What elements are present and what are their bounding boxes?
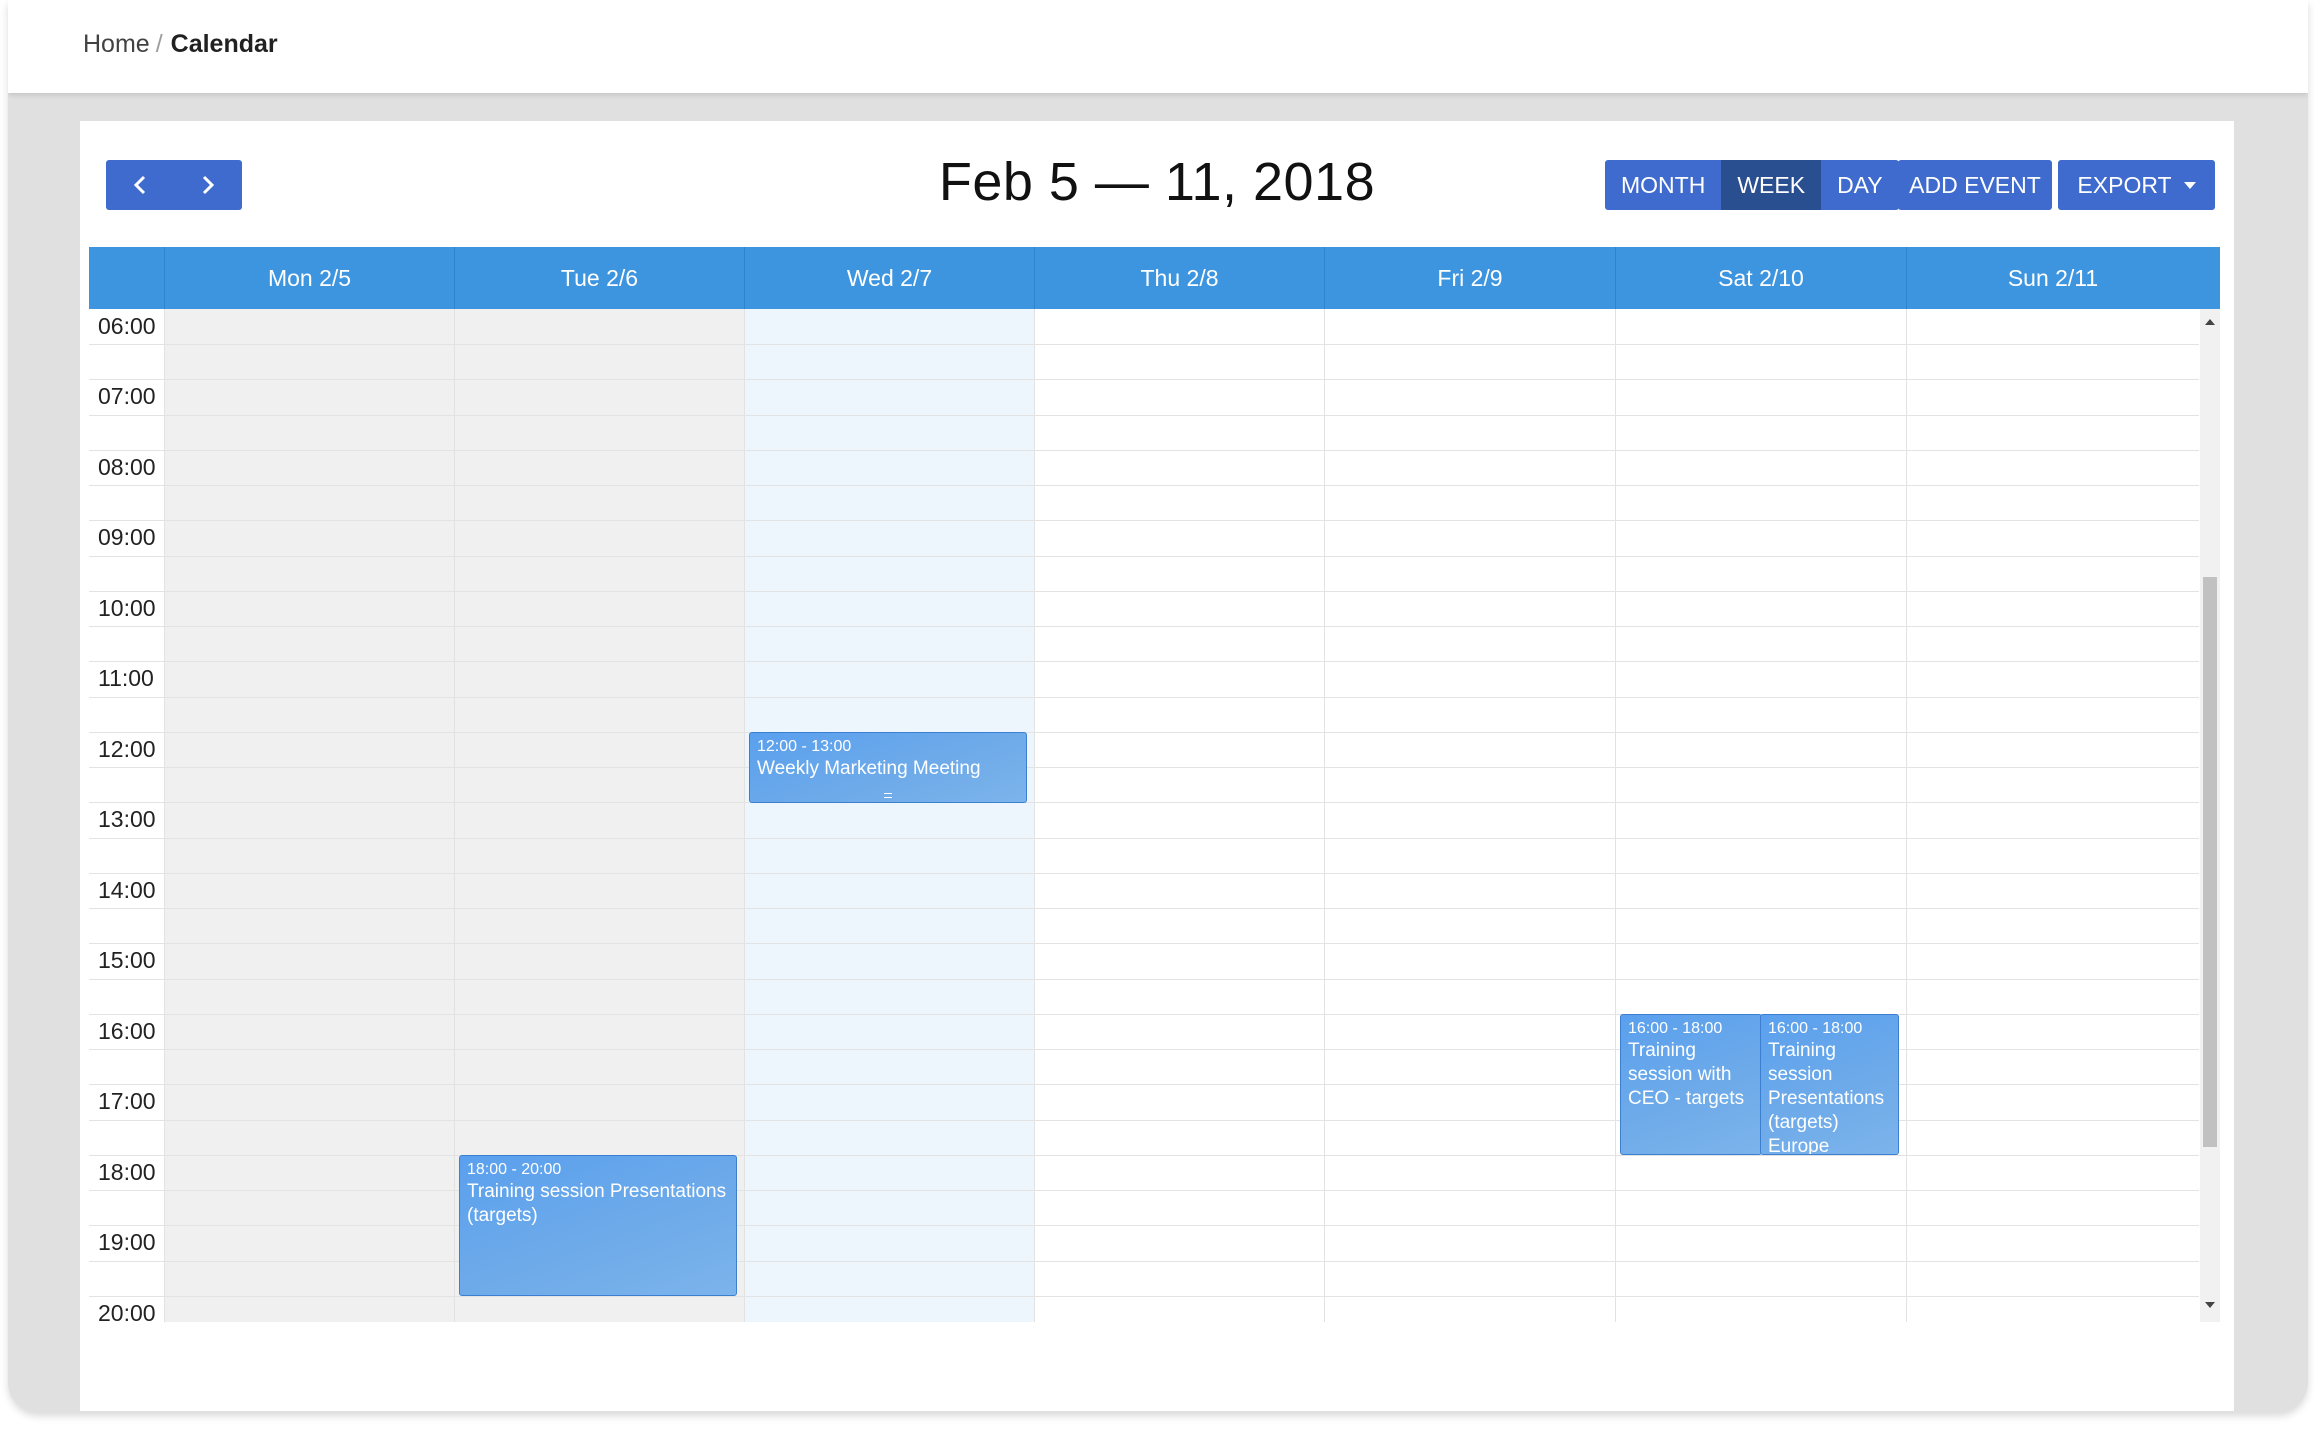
event-time: 16:00 - 18:00 xyxy=(1628,1020,1723,1037)
half-hour-line xyxy=(89,556,2199,557)
half-hour-line xyxy=(89,415,2199,416)
half-hour-line xyxy=(89,979,2199,980)
event-time: 16:00 - 18:00 xyxy=(1768,1020,1863,1037)
breadcrumb-separator: / xyxy=(155,30,163,58)
hour-line xyxy=(89,591,2199,592)
event-training-presentations-europe[interactable]: 16:00 - 18:00 Training session Presentat… xyxy=(1760,1014,1899,1155)
event-time: 12:00 - 13:00 xyxy=(757,738,852,755)
time-label: 15:00 xyxy=(98,947,156,973)
half-hour-line xyxy=(89,697,2199,698)
day-header-mon[interactable]: Mon 2/5 xyxy=(164,247,454,309)
half-hour-line xyxy=(89,908,2199,909)
day-header-tue[interactable]: Tue 2/6 xyxy=(454,247,744,309)
time-label: 12:00 xyxy=(98,736,156,762)
breadcrumb: Home / Calendar xyxy=(83,30,278,59)
time-label: 10:00 xyxy=(98,595,156,621)
vertical-scrollbar[interactable] xyxy=(2200,309,2220,1322)
add-event-button[interactable]: ADD EVENT xyxy=(1898,160,2052,210)
half-hour-line xyxy=(89,485,2199,486)
view-switcher: MONTH WEEK DAY xyxy=(1605,160,1899,210)
hour-line xyxy=(89,1296,2199,1297)
half-hour-line xyxy=(89,1261,2199,1262)
top-bar: Home / Calendar xyxy=(8,0,2308,93)
breadcrumb-home-link[interactable]: Home xyxy=(83,30,150,58)
calendar-card: Feb 5 — 11, 2018 MONTH WEEK DAY ADD EVEN… xyxy=(80,121,2234,1411)
time-column-header xyxy=(89,247,164,309)
scroll-up-arrow-icon[interactable] xyxy=(2205,319,2215,325)
day-header-wed[interactable]: Wed 2/7 xyxy=(744,247,1034,309)
day-column-sun[interactable] xyxy=(1906,309,2200,1322)
half-hour-line xyxy=(89,344,2199,345)
day-column-thu[interactable] xyxy=(1034,309,1324,1322)
breadcrumb-current: Calendar xyxy=(170,30,278,58)
hour-line xyxy=(89,1225,2199,1226)
day-column-wed-today[interactable] xyxy=(744,309,1034,1322)
time-label: 13:00 xyxy=(98,806,156,832)
time-label: 19:00 xyxy=(98,1229,156,1255)
time-label: 07:00 xyxy=(98,383,156,409)
half-hour-line xyxy=(89,626,2199,627)
event-training-with-ceo[interactable]: 16:00 - 18:00 Training session with CEO … xyxy=(1620,1014,1762,1155)
export-button[interactable]: EXPORT xyxy=(2058,160,2215,210)
time-label: 17:00 xyxy=(98,1088,156,1114)
time-label: 20:00 xyxy=(98,1300,156,1322)
day-column-fri[interactable] xyxy=(1324,309,1615,1322)
hour-line xyxy=(89,450,2199,451)
event-training-presentations[interactable]: 18:00 - 20:00 Training session Presentat… xyxy=(459,1155,737,1296)
time-label: 16:00 xyxy=(98,1018,156,1044)
half-hour-line xyxy=(89,838,2199,839)
hour-line xyxy=(89,661,2199,662)
caret-down-icon xyxy=(2183,181,2196,189)
day-column-mon[interactable] xyxy=(164,309,454,1322)
hour-line xyxy=(89,520,2199,521)
time-label: 08:00 xyxy=(98,454,156,480)
month-view-button[interactable]: MONTH xyxy=(1605,160,1722,210)
event-title: Training session Presentations (targets)… xyxy=(1768,1040,1885,1155)
time-label: 11:00 xyxy=(98,665,154,691)
scrollbar-thumb[interactable] xyxy=(2203,577,2217,1147)
time-label: 14:00 xyxy=(98,877,156,903)
event-title: Training session with CEO - targets xyxy=(1628,1040,1745,1109)
time-label: 09:00 xyxy=(98,524,156,550)
hour-line xyxy=(89,873,2199,874)
week-view-button[interactable]: WEEK xyxy=(1721,160,1822,210)
time-grid: 06:00 07:00 08:00 09:00 10:00 11:00 12:0… xyxy=(89,309,2220,1322)
day-header-sun[interactable]: Sun 2/11 xyxy=(1906,247,2199,309)
event-time: 18:00 - 20:00 xyxy=(467,1161,562,1178)
event-title: Weekly Marketing Meeting xyxy=(757,758,981,779)
hour-line xyxy=(89,1155,2199,1156)
app-window: Home / Calendar Feb 5 — 11, 2018 MONTH WEE… xyxy=(8,0,2308,1412)
event-title: Training session Presentations (targets) xyxy=(467,1181,727,1226)
resize-handle-icon[interactable] xyxy=(884,793,892,798)
half-hour-line xyxy=(89,767,2199,768)
scroll-down-arrow-icon[interactable] xyxy=(2205,1302,2215,1308)
time-label: 18:00 xyxy=(98,1159,156,1185)
day-header-thu[interactable]: Thu 2/8 xyxy=(1034,247,1324,309)
hour-line xyxy=(89,943,2199,944)
day-column-sat[interactable] xyxy=(1615,309,1906,1322)
hour-line xyxy=(89,732,2199,733)
event-weekly-marketing-meeting[interactable]: 12:00 - 13:00 Weekly Marketing Meeting xyxy=(749,732,1027,803)
hour-line xyxy=(89,379,2199,380)
day-header-fri[interactable]: Fri 2/9 xyxy=(1324,247,1615,309)
time-label: 06:00 xyxy=(98,313,156,339)
half-hour-line xyxy=(89,1190,2199,1191)
day-header-sat[interactable]: Sat 2/10 xyxy=(1615,247,1906,309)
day-header-row: Mon 2/5 Tue 2/6 Wed 2/7 Thu 2/8 Fri 2/9 … xyxy=(89,247,2220,309)
day-view-button[interactable]: DAY xyxy=(1821,160,1899,210)
export-label: EXPORT xyxy=(2077,171,2172,198)
hour-line xyxy=(89,802,2199,803)
